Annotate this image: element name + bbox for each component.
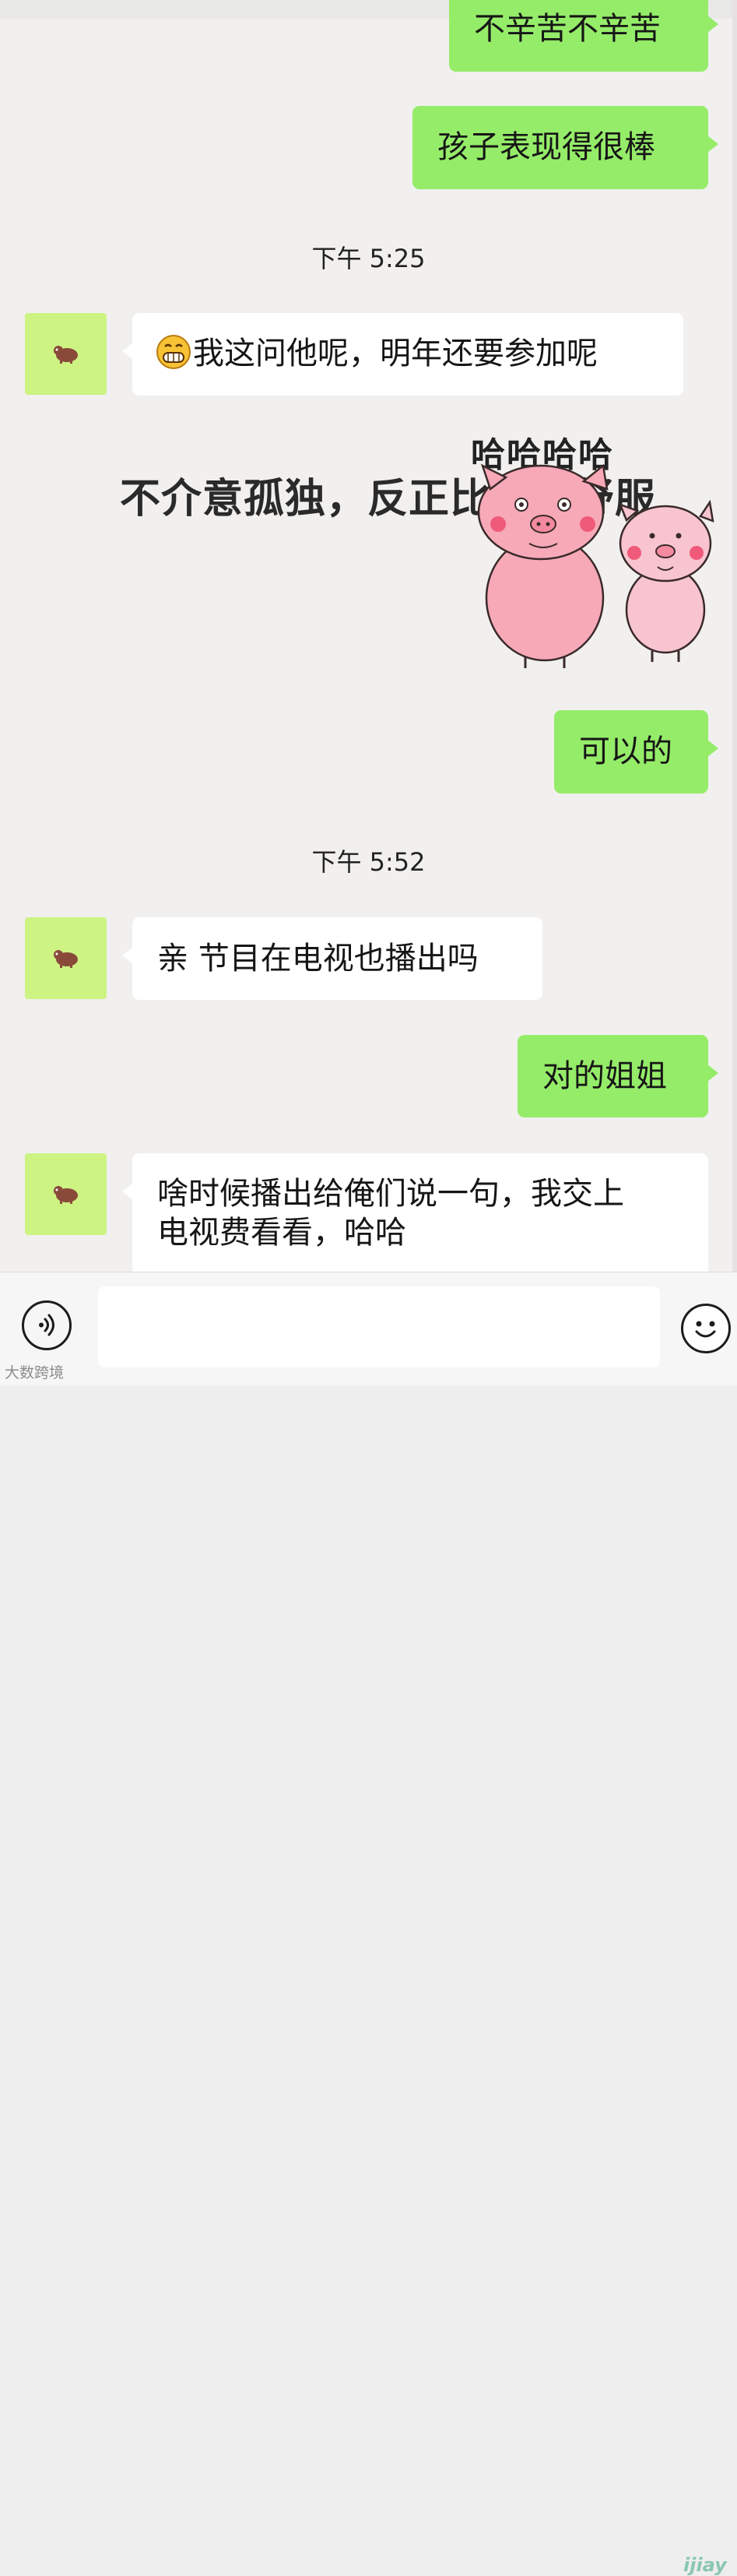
- message-text-line-1: 啥时候播出给俺们说一句，我交上: [157, 1176, 624, 1212]
- watermark: 大数跨境: [5, 1364, 65, 1381]
- message-text: 对的姐姐: [542, 1058, 667, 1094]
- grinning-face-icon: [156, 335, 191, 369]
- right-edge-strip: [732, 0, 737, 1272]
- chat-area[interactable]: 不辛苦不辛苦 孩子表现得很棒 下午 5:25 我这问他呢，明年还要参加呢 不介意…: [0, 0, 737, 1272]
- message-received-3[interactable]: 啥时候播出给俺们说一句，我交上 电视费看看，哈哈: [122, 1153, 708, 1272]
- message-received-1[interactable]: 我这问他呢，明年还要参加呢: [122, 313, 683, 396]
- message-received-2[interactable]: 亲 节目在电视也播出吗: [122, 917, 542, 1000]
- pig-illustration: [477, 463, 714, 668]
- avatar-pet-icon: [54, 346, 78, 364]
- message-input[interactable]: [98, 1286, 660, 1367]
- voice-icon: [39, 1314, 54, 1336]
- message-sent-1[interactable]: 不辛苦不辛苦: [449, 0, 718, 72]
- message-text: 不辛苦不辛苦: [474, 11, 661, 47]
- message-text: 我这问他呢，明年还要参加呢: [193, 336, 598, 371]
- emoji-button[interactable]: [681, 1304, 731, 1353]
- message-text: 可以的: [579, 734, 672, 769]
- timestamp: 下午 5:25: [311, 244, 426, 273]
- pink-pigs-sticker[interactable]: 不介意孤独，反正比爱你舒服 哈哈哈哈: [117, 427, 716, 676]
- emoji-icon: [695, 1321, 716, 1338]
- message-text-line-2: 电视费看看，哈哈: [157, 1215, 406, 1251]
- timestamp: 下午 5:52: [311, 847, 426, 877]
- message-sent-4[interactable]: 对的姐姐: [518, 1035, 718, 1117]
- message-sent-2[interactable]: 孩子表现得很棒: [412, 106, 718, 189]
- avatar-pet-icon: [54, 950, 78, 968]
- avatar[interactable]: [25, 1153, 107, 1235]
- logo-mark: ijiay: [683, 2554, 727, 2576]
- message-text: 亲 节目在电视也播出吗: [157, 941, 479, 977]
- message-sent-3[interactable]: 可以的: [554, 710, 718, 794]
- input-bar: ijiay: [0, 1272, 737, 2576]
- avatar[interactable]: [25, 313, 107, 395]
- avatar[interactable]: [25, 917, 107, 999]
- avatar-pet-icon: [54, 1186, 78, 1204]
- message-text: 孩子表现得很棒: [437, 129, 655, 165]
- voice-button[interactable]: [22, 1300, 72, 1350]
